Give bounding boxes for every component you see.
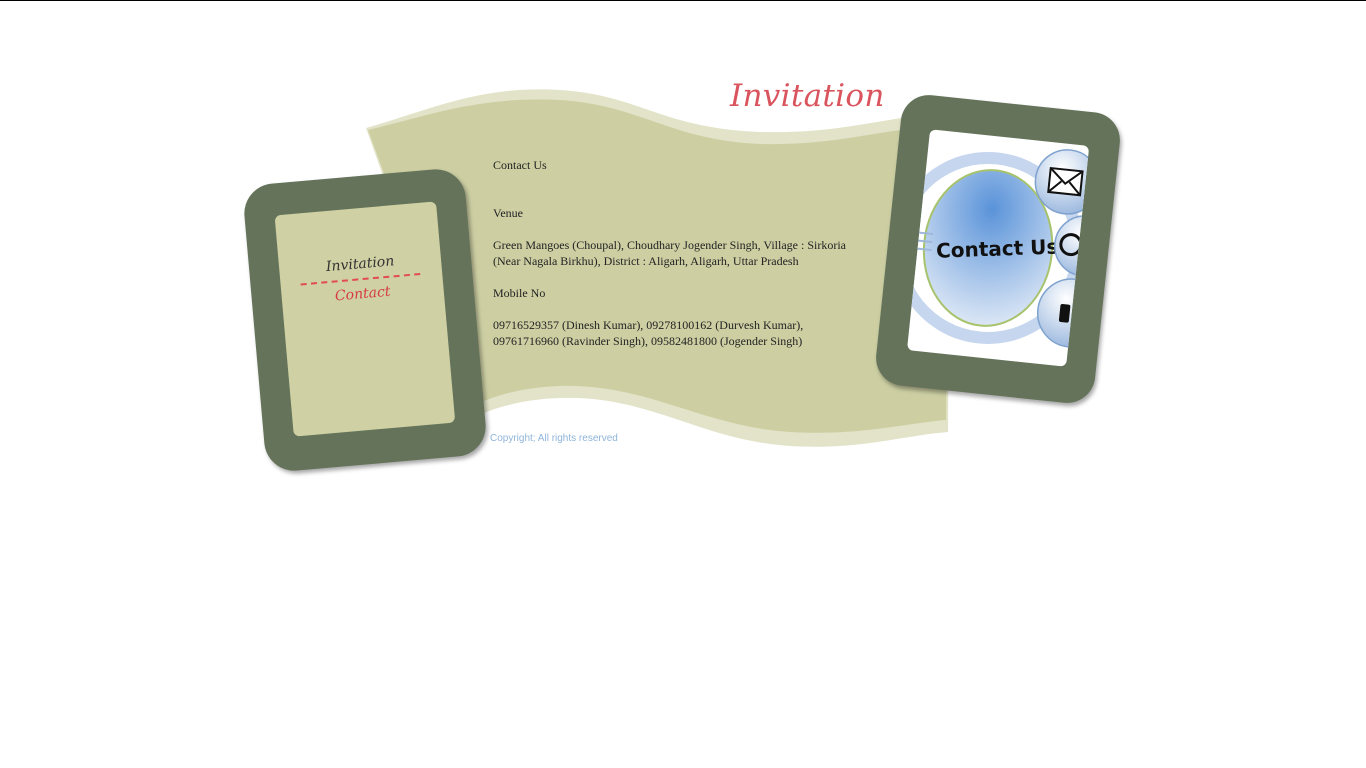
mobile-label: Mobile No (493, 286, 546, 300)
navigation-phone-frame: Invitation Contact (241, 166, 489, 474)
venue-address-line-1: Green Mangoes (Choupal), Choudhary Jogen… (493, 238, 846, 252)
page: Invitation Invitation Contact Contact Us… (0, 0, 1366, 768)
contact-us-graphic: Contact Us (906, 149, 1090, 348)
contact-us-label: Contact Us (936, 235, 1059, 263)
section-heading: Contact Us (493, 158, 547, 172)
mobile-numbers-line-1: 09716529357 (Dinesh Kumar), 09278100162 … (493, 318, 804, 332)
contact-graphic-screen: Contact Us (906, 129, 1090, 367)
contact-content: Contact Us Venue Green Mangoes (Choupal)… (493, 157, 853, 349)
mobile-numbers-line-2: 09761716960 (Ravinder Singh), 0958248180… (493, 334, 803, 348)
banner-background (366, 89, 950, 447)
venue-label: Venue (493, 206, 523, 220)
navigation-screen: Invitation Contact (274, 201, 456, 437)
contact-graphic-phone-frame: Contact Us (873, 92, 1123, 406)
page-title: Invitation (730, 78, 885, 114)
venue-address-line-2: (Near Nagala Birkhu), District : Aligarh… (493, 254, 799, 268)
copyright-text: Copyright; All rights reserved (490, 433, 618, 444)
